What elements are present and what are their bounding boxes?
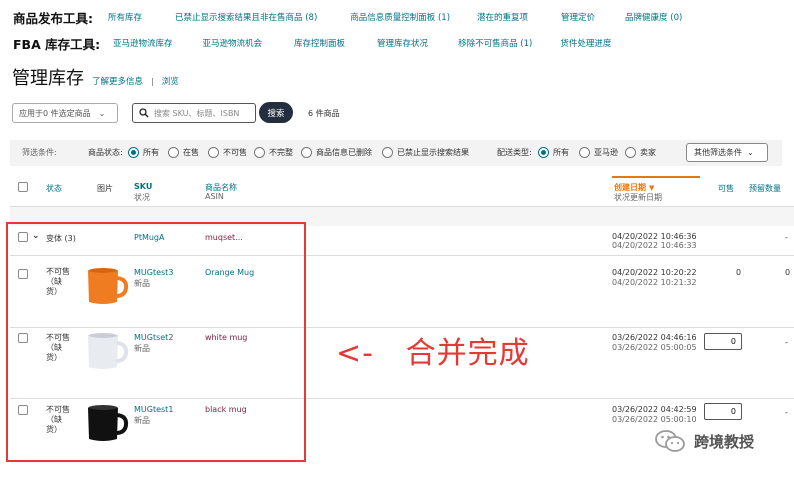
link-inventory-dashboard[interactable]: 库存控制面板 [294,37,345,49]
link-shipment-progress[interactable]: 货件处理进度 [560,37,611,49]
merged-rows-highlight [6,222,306,462]
column-created-sub: 状况更新日期 [614,193,662,202]
row2-available-input[interactable]: 0 [704,333,742,350]
status-radio-removed[interactable]: 商品信息已删除 [301,147,372,158]
status-radio-incomplete[interactable]: 不完整 [254,147,293,158]
link-brand-health[interactable]: 品牌健康度 (0) [625,11,682,23]
fulfillment-filter-label: 配送类型: [497,148,532,157]
chevron-down-icon: ⌄ [98,108,106,118]
radio-icon[interactable] [382,147,393,158]
search-icon [139,108,149,118]
column-sku-sub: 状况 [134,193,150,202]
search-input[interactable]: 搜索 SKU、标题、ISBN [154,108,239,119]
more-filters-button[interactable]: 其他筛选条件 ⌄ [686,143,768,162]
page-header: 管理库存 了解更多信息 | 浏览 [12,64,179,90]
sort-indicator-bar [612,176,700,178]
column-status[interactable]: 状态 [46,183,62,194]
link-duplicates[interactable]: 潜在的重复项 [477,11,528,23]
column-name-sub: ASIN [205,192,224,201]
browse-link[interactable]: 浏览 [162,75,179,87]
search-button[interactable]: 搜索 [259,102,293,123]
row3-created: 03/26/2022 04:42:59 [612,405,697,414]
status-radio-all[interactable]: 所有 [128,147,159,158]
fulfillment-radio-amazon[interactable]: 亚马逊 [579,147,618,158]
radio-icon[interactable] [625,147,636,158]
search-field[interactable]: 搜索 SKU、标题、ISBN [132,103,256,123]
fulfillment-radio-merchant[interactable]: 卖家 [625,147,656,158]
merge-complete-annotation: <- 合并完成 [336,336,530,371]
page-title: 管理库存 [12,68,84,89]
column-sku[interactable]: SKU [134,182,152,191]
wechat-icon [655,430,685,452]
variation-updated: 04/20/2022 10:46:33 [612,241,697,250]
status-radio-inactive[interactable]: 不可售 [208,147,247,158]
row3-reserved: - [785,408,788,417]
link-all-inventory[interactable]: 所有库存 [108,11,142,23]
radio-icon[interactable] [301,147,312,158]
row3-available-input[interactable]: 0 [704,403,742,420]
column-image: 图片 [97,184,113,193]
row3-updated: 03/26/2022 05:00:10 [612,415,697,424]
column-reserved[interactable]: 预留数量 [749,183,781,194]
chevron-down-icon: ⌄ [747,148,754,157]
link-fba-inventory[interactable]: 亚马逊物流库存 [113,37,173,49]
learn-more-link[interactable]: 了解更多信息 [92,75,143,87]
row2-created: 03/26/2022 04:46:16 [612,333,697,342]
bulk-action-dropdown[interactable]: 应用于0 件选定商品 ⌄ [12,103,118,123]
radio-icon[interactable] [208,147,219,158]
column-available[interactable]: 可售 [718,183,734,194]
publish-tools-title: 商品发布工具: [13,10,93,26]
fba-tools-row: FBA 库存工具: 亚马逊物流库存 亚马逊物流机会 库存控制面板 管理库存状况 … [0,33,611,53]
link-inventory-health[interactable]: 管理库存状况 [377,37,428,49]
link-quality-dashboard[interactable]: 商品信息质量控制面板 (1) [350,11,450,23]
status-filter-label: 商品状态: [88,148,123,157]
filter-label: 筛选条件: [22,148,57,157]
select-all-checkbox[interactable] [18,182,28,192]
link-suppressed[interactable]: 已禁止显示搜索结果且非在售商品 (8) [175,11,317,23]
row1-reserved: 0 [785,268,791,277]
link-fba-opportunities[interactable]: 亚马逊物流机会 [203,37,263,49]
row1-created: 04/20/2022 10:20:22 [612,268,697,277]
link-remove-unsellable[interactable]: 移除不可售商品 (1) [458,37,532,49]
title-separator: | [151,77,154,86]
variation-reserved: - [785,233,788,242]
row2-reserved: - [785,338,788,347]
item-count: 6 件商品 [308,109,340,118]
link-pricing[interactable]: 管理定价 [561,11,595,23]
radio-icon[interactable] [254,147,265,158]
watermark: 跨境教授 [654,428,754,454]
row1-updated: 04/20/2022 10:21:32 [612,278,697,287]
row2-updated: 03/26/2022 05:00:05 [612,343,697,352]
watermark-text: 跨境教授 [694,432,755,451]
fulfillment-radio-all[interactable]: 所有 [538,147,569,158]
status-radio-suppressed[interactable]: 已禁止显示搜索结果 [382,147,469,158]
radio-icon[interactable] [128,147,139,158]
publish-tools-row: 商品发布工具: 所有库存 已禁止显示搜索结果且非在售商品 (8) 商品信息质量控… [0,7,682,27]
bulk-action-label: 应用于0 件选定商品 [19,108,91,118]
status-radio-active[interactable]: 在售 [168,147,199,158]
radio-icon[interactable] [168,147,179,158]
row1-available: 0 [736,268,742,277]
fba-tools-title: FBA 库存工具: [13,36,101,52]
variation-created: 04/20/2022 10:46:36 [612,232,697,241]
radio-icon[interactable] [579,147,590,158]
sort-desc-icon: ▼ [649,183,655,192]
radio-icon[interactable] [538,147,549,158]
